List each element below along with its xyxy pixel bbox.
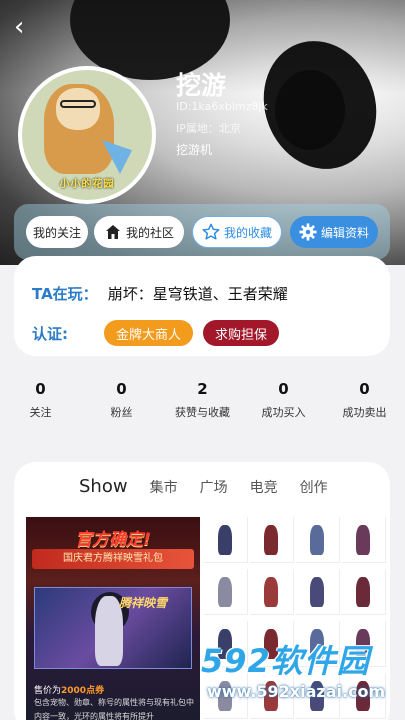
profile-name: 挖游 <box>176 71 227 100</box>
stat-label: 获赞与收藏 <box>175 406 230 419</box>
item-thumbnail[interactable] <box>250 569 294 615</box>
my-community-button[interactable]: 我的社区 <box>94 216 184 248</box>
my-community-label: 我的社区 <box>125 225 174 240</box>
promo-subtitle: 国庆君方腾祥映雪礼包 <box>32 549 194 569</box>
stat-label: 粉丝 <box>110 406 133 419</box>
stat-likes[interactable]: 2 获赞与收藏 <box>162 380 243 424</box>
home-icon <box>104 223 122 241</box>
watermark-url: www.592xiazai.com <box>207 682 386 701</box>
gear-icon <box>299 223 317 241</box>
stats-row: 0 关注 0 粉丝 2 获赞与收藏 0 成功买入 0 成功卖出 <box>0 380 405 424</box>
stat-sold[interactable]: 0 成功卖出 <box>324 380 405 424</box>
stat-value: 0 <box>116 380 127 398</box>
content-tabs: Show 集市 广场 电竞 创作 <box>14 476 390 498</box>
tab-esports[interactable]: 电竞 <box>250 477 278 497</box>
item-thumbnail[interactable] <box>296 569 340 615</box>
promo-artwork: 腾祥映雪 <box>34 587 192 669</box>
promo-title: 官方确定! <box>75 530 151 550</box>
stat-label: 关注 <box>29 406 52 419</box>
stat-fans[interactable]: 0 粉丝 <box>81 380 162 424</box>
playing-games[interactable]: 崩坏：星穹铁道、王者荣耀 <box>108 283 288 304</box>
my-collection-button[interactable]: 我的收藏 <box>192 216 282 248</box>
action-bar: 我的关注 我的社区 我的收藏 编辑资料 <box>14 204 390 260</box>
profile-game-label: 挖游机 <box>176 143 213 157</box>
promo-description: 包含宠物、勋章、称号的属性将与现有礼包中 <box>34 698 194 707</box>
playing-row: TA在玩： 崩坏：星穹铁道、王者荣耀 <box>32 283 288 304</box>
stat-value: 0 <box>359 380 370 398</box>
stat-label: 成功买入 <box>261 406 306 419</box>
item-thumbnail[interactable] <box>204 517 248 563</box>
promo-price: 售价为2000点券 <box>34 686 105 696</box>
my-follows-label: 我的关注 <box>32 225 81 240</box>
star-icon <box>202 223 220 241</box>
back-icon[interactable]: ‹ <box>14 14 42 42</box>
edit-profile-label: 编辑资料 <box>320 225 369 240</box>
item-thumbnail[interactable] <box>342 569 386 615</box>
item-thumbnail[interactable] <box>204 569 248 615</box>
tab-create[interactable]: 创作 <box>300 477 328 497</box>
certification-row: 认证: 金牌大商人 求购担保 <box>32 320 289 346</box>
stat-label: 成功卖出 <box>342 406 387 419</box>
stat-value: 0 <box>35 380 46 398</box>
promo-art-logo: 腾祥映雪 <box>119 596 168 610</box>
tab-show[interactable]: Show <box>79 476 128 497</box>
avatar[interactable]: 小小的花园 <box>18 66 156 204</box>
purchase-guarantee-badge[interactable]: 求购担保 <box>203 320 280 346</box>
stat-follows[interactable]: 0 关注 <box>0 380 81 424</box>
promo-description-2: 内容一致，光环的属性将有所提升 <box>34 712 154 720</box>
my-collection-label: 我的收藏 <box>223 225 272 240</box>
info-card: TA在玩： 崩坏：星穹铁道、王者荣耀 认证: 金牌大商人 求购担保 <box>14 256 390 356</box>
ip-location: IP属地：北京 <box>176 122 241 135</box>
promo-post-card[interactable]: 官方确定! 国庆君方腾祥映雪礼包 腾祥映雪 售价为2000点券 包含宠物、勋章、… <box>26 517 200 720</box>
playing-label: TA在玩： <box>32 285 98 303</box>
site-watermark: 592软件园 www.592xiazai.com <box>195 636 405 720</box>
certification-label: 认证: <box>32 324 68 343</box>
stat-value: 0 <box>278 380 289 398</box>
watermark-logo-text: 592软件园 <box>201 642 370 680</box>
tab-market[interactable]: 集市 <box>150 477 178 497</box>
tab-square[interactable]: 广场 <box>200 477 228 497</box>
avatar-caption: 小小的花园 <box>59 179 115 190</box>
stat-value: 2 <box>197 380 208 398</box>
profile-id: ID:1ka6xblmz8jk <box>176 100 268 113</box>
stat-bought[interactable]: 0 成功买入 <box>243 380 324 424</box>
item-thumbnail[interactable] <box>342 517 386 563</box>
gold-merchant-badge[interactable]: 金牌大商人 <box>104 320 194 346</box>
my-follows-button[interactable]: 我的关注 <box>26 216 88 248</box>
item-thumbnail[interactable] <box>296 517 340 563</box>
item-thumbnail[interactable] <box>250 517 294 563</box>
edit-profile-button[interactable]: 编辑资料 <box>290 216 378 248</box>
